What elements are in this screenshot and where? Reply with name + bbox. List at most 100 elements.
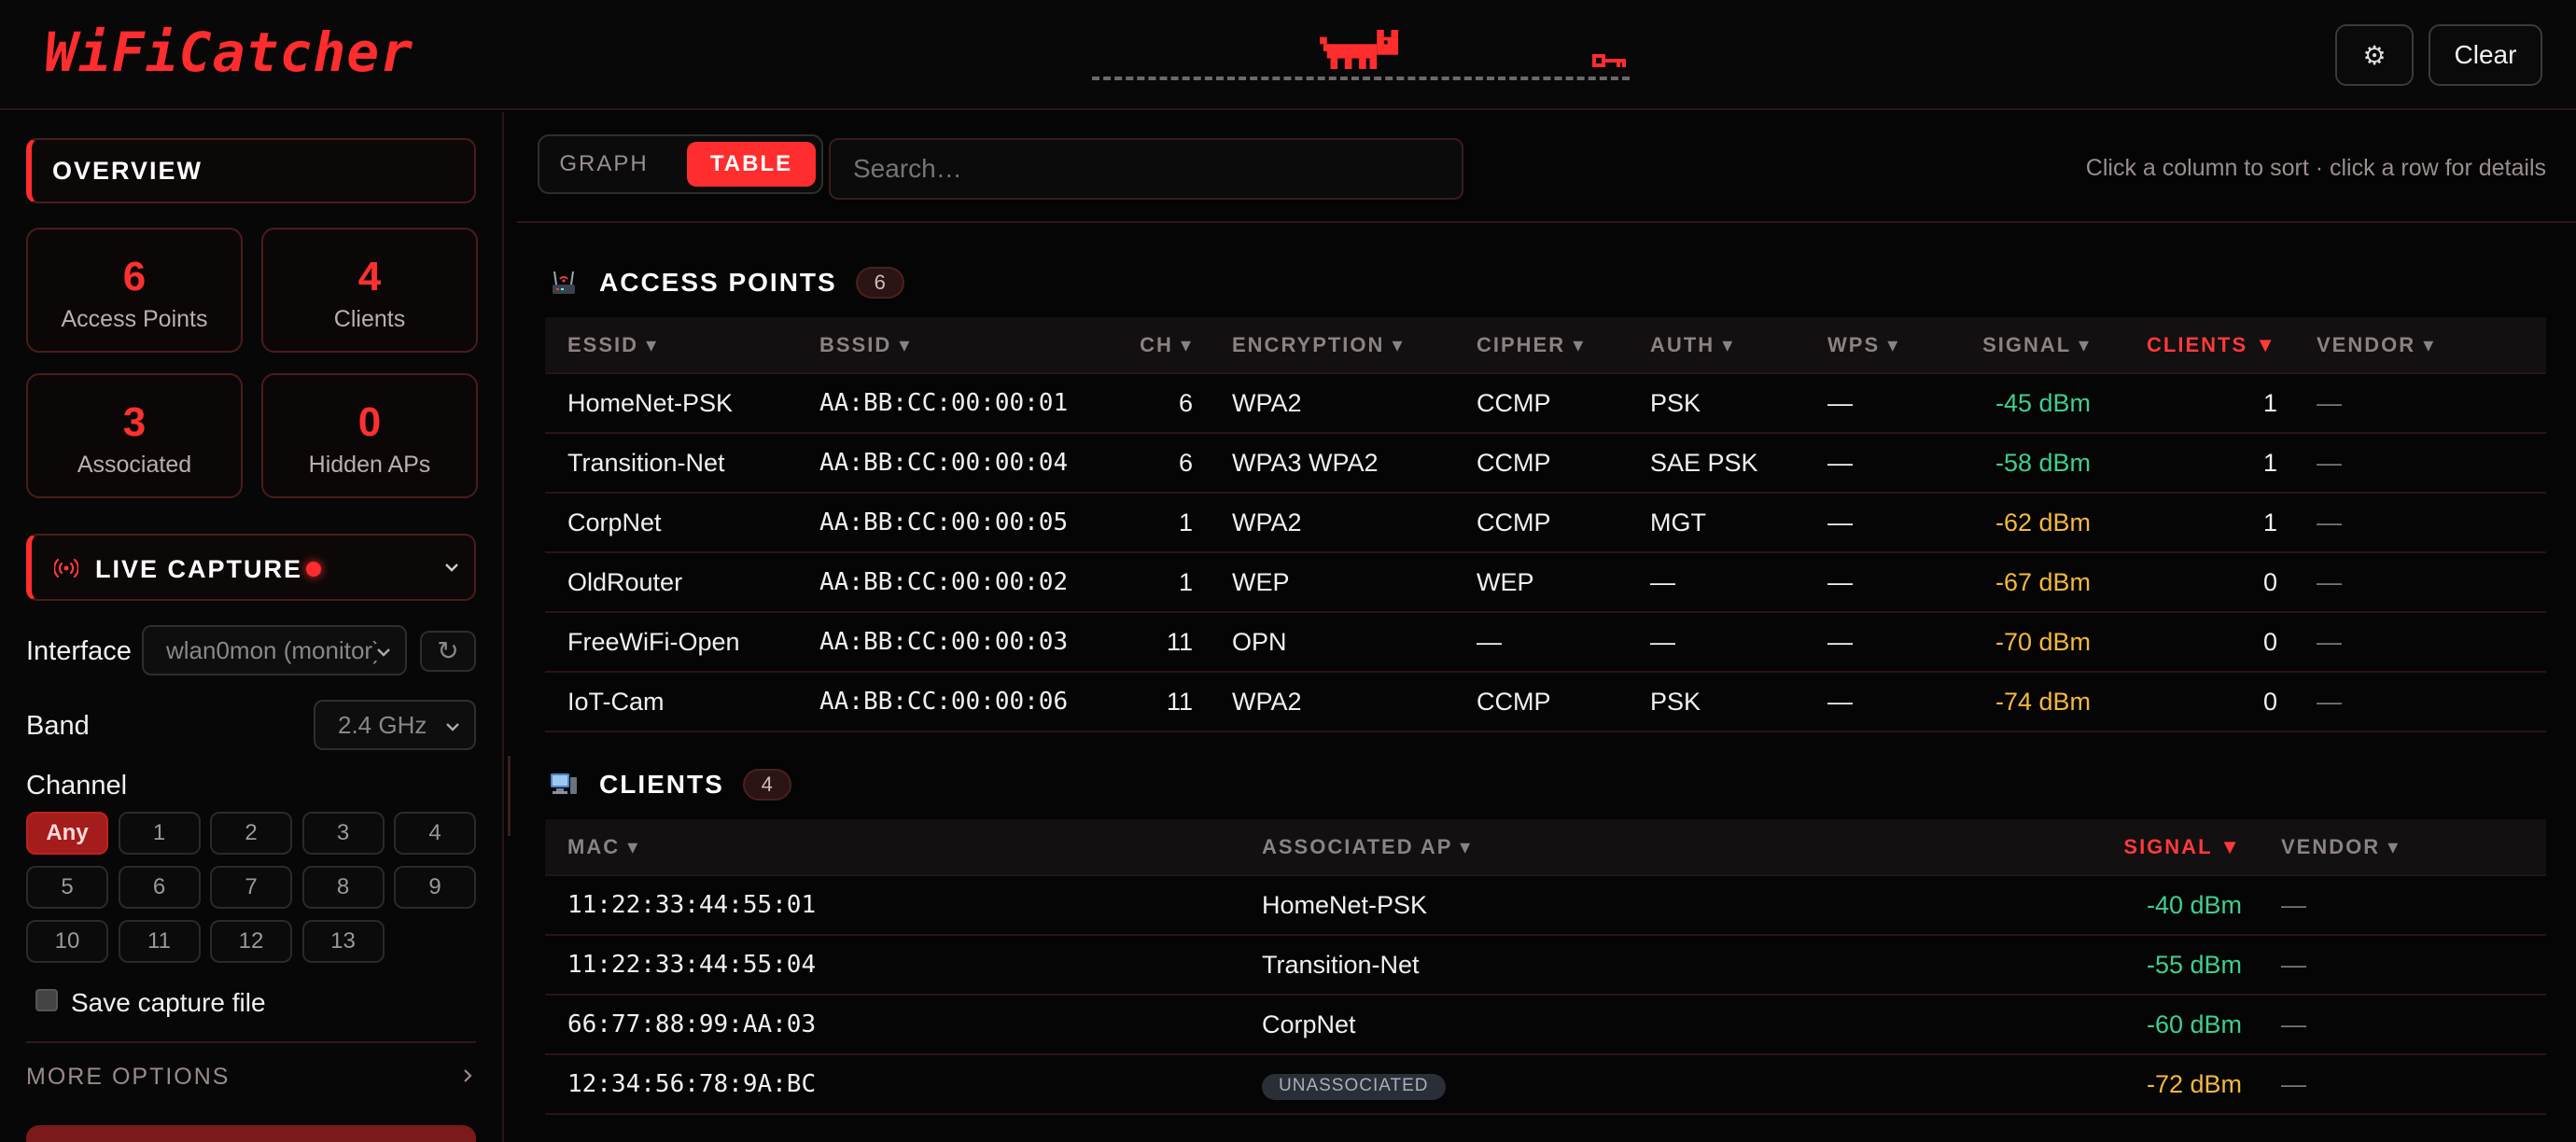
table-row[interactable]: IoT-Cam AA:BB:CC:00:00:06 11 WPA2 CCMP PSK — -7… (545, 671, 2546, 732)
channel-option-7[interactable]: 7 (210, 866, 292, 909)
column-header[interactable]: BSSID ▾ (797, 317, 1120, 373)
table-cell: CorpNet (1239, 994, 1930, 1054)
main-divider (517, 221, 2576, 223)
table-cell: -58 dBm (1958, 432, 2107, 493)
stat-value: 6 (122, 254, 147, 299)
channel-option-4[interactable]: 4 (394, 812, 476, 855)
column-header[interactable]: SIGNAL ▼ (1930, 819, 2259, 875)
clients-heading: CLIENTS 4 (549, 769, 791, 801)
table-header-row: MAC ▾ ASSOCIATED AP ▾ SIGNAL ▼ VENDOR ▾ (545, 819, 2546, 875)
capture-animation (1092, 26, 1633, 84)
app-logo: WiFiCatcher (45, 21, 414, 84)
channel-option-9[interactable]: 9 (394, 866, 476, 909)
settings-button[interactable]: ⚙ (2335, 24, 2414, 86)
clients-title: CLIENTS (599, 770, 724, 799)
table-cell: Transition-Net (545, 432, 797, 493)
table-cell: 0 (2107, 611, 2294, 672)
column-header[interactable]: CIPHER ▾ (1454, 317, 1628, 373)
table-row[interactable]: HomeNet-PSK AA:BB:CC:00:00:01 6 WPA2 CCMP PSK… (545, 372, 2546, 433)
interface-select[interactable]: wlan0mon (monitor) (142, 625, 407, 675)
column-header[interactable]: CH ▾ (1120, 317, 1210, 373)
start-capture-button[interactable] (26, 1125, 476, 1142)
table-cell: CCMP (1454, 671, 1628, 732)
table-row[interactable]: CorpNet AA:BB:CC:00:00:05 1 WPA2 CCMP MGT — -62… (545, 492, 2546, 552)
router-icon (553, 271, 575, 294)
table-row[interactable]: FreeWiFi-Open AA:BB:CC:00:00:03 11 OPN — — — -7… (545, 611, 2546, 672)
clear-button[interactable]: Clear (2429, 24, 2542, 86)
search-input[interactable] (829, 138, 1463, 200)
column-header[interactable]: ESSID ▾ (545, 317, 797, 373)
column-header[interactable]: ASSOCIATED AP ▾ (1239, 819, 1930, 875)
stat-label: Access Points (61, 306, 208, 332)
channel-option-10[interactable]: 10 (26, 920, 108, 963)
channel-option-8[interactable]: 8 (301, 866, 385, 909)
band-select[interactable]: 2.4 GHz (314, 700, 476, 750)
computer-icon (551, 773, 577, 794)
chevron-down-icon[interactable] (442, 558, 461, 577)
live-capture-header[interactable]: LIVE CAPTURE (26, 534, 476, 601)
chevron-right-icon (464, 1069, 472, 1082)
interface-label: Interface (26, 636, 132, 666)
table-cell: CCMP (1454, 432, 1628, 493)
column-header[interactable]: AUTH ▾ (1628, 317, 1805, 373)
table-cell: WEP (1210, 551, 1454, 612)
table-cell: HomeNet-PSK (1239, 874, 1930, 935)
table-cell: WPA2 (1210, 492, 1454, 552)
stat-associated: 3 Associated (26, 373, 243, 498)
table-cell: — (1805, 432, 1958, 493)
column-header[interactable]: WPS ▾ (1805, 317, 1958, 373)
table-cell: — (1805, 551, 1958, 612)
column-header[interactable]: VENDOR ▾ (2259, 819, 2546, 875)
column-header[interactable]: VENDOR ▾ (2294, 317, 2546, 373)
access-points-count: 6 (855, 267, 904, 299)
table-cell: Transition-Net (1239, 934, 1930, 995)
save-capture-checkbox[interactable] (35, 989, 58, 1011)
access-points-table: ESSID ▾ BSSID ▾ CH ▾ ENCRYPTION ▾ CIPHER ▾ AU… (545, 317, 2546, 732)
channel-option-6[interactable]: 6 (118, 866, 201, 909)
stat-label: Associated (77, 452, 192, 478)
clients-count: 4 (742, 769, 791, 801)
column-header[interactable]: SIGNAL ▾ (1958, 317, 2107, 373)
table-cell: 11:22:33:44:55:01 (545, 874, 1239, 935)
table-row[interactable]: 66:77:88:99:AA:03 CorpNet -60 dBm — (545, 994, 2546, 1054)
access-points-title: ACCESS POINTS (599, 268, 837, 297)
sidebar-resize-handle[interactable] (508, 756, 511, 836)
channel-option-13[interactable]: 13 (301, 920, 385, 963)
channel-option-2[interactable]: 2 (210, 812, 292, 855)
table-row[interactable]: 12:34:56:78:9A:BC UNASSOCIATED -72 dBm — (545, 1053, 2546, 1115)
table-cell: AA:BB:CC:00:00:05 (797, 492, 1120, 552)
channel-option-11[interactable]: 11 (118, 920, 201, 963)
table-row[interactable]: OldRouter AA:BB:CC:00:00:02 1 WEP WEP — — -67 d… (545, 551, 2546, 612)
track-line (1092, 77, 1630, 80)
channel-option-1[interactable]: 1 (118, 812, 201, 855)
column-header[interactable]: ENCRYPTION ▾ (1210, 317, 1454, 373)
graph-view-button[interactable]: GRAPH (551, 142, 657, 187)
column-header[interactable]: CLIENTS ▼ (2107, 317, 2294, 373)
channel-option-5[interactable]: 5 (26, 866, 108, 909)
table-cell: WEP (1454, 551, 1628, 612)
overview-header[interactable]: OVERVIEW (26, 138, 476, 203)
table-cell: 1 (2107, 372, 2294, 433)
table-cell: CCMP (1454, 492, 1628, 552)
table-cell: WPA2 (1210, 372, 1454, 433)
table-cell: 6 (1120, 372, 1210, 433)
table-cell: MGT (1628, 492, 1805, 552)
more-options-toggle[interactable]: MORE OPTIONS (26, 1064, 476, 1091)
channel-option-3[interactable]: 3 (301, 812, 385, 855)
recording-indicator (306, 562, 321, 577)
refresh-interfaces-button[interactable]: ↻ (420, 631, 476, 672)
table-view-button[interactable]: TABLE (687, 142, 816, 187)
table-row[interactable]: Transition-Net AA:BB:CC:00:00:04 6 WPA3 WPA… (545, 432, 2546, 493)
table-row[interactable]: 11:22:33:44:55:01 HomeNet-PSK -40 dBm — (545, 874, 2546, 935)
table-cell: — (1454, 611, 1628, 672)
table-row[interactable]: 11:22:33:44:55:04 Transition-Net -55 dBm — (545, 934, 2546, 995)
table-cell: IoT-Cam (545, 671, 797, 732)
table-cell: 1 (2107, 492, 2294, 552)
channel-option-any[interactable]: Any (26, 812, 108, 855)
table-cell: SAE PSK (1628, 432, 1805, 493)
column-header[interactable]: MAC ▾ (545, 819, 1239, 875)
channel-option-12[interactable]: 12 (210, 920, 292, 963)
access-points-heading: ACCESS POINTS 6 (549, 267, 904, 299)
table-cell: — (1805, 671, 1958, 732)
table-cell: — (2294, 611, 2546, 672)
